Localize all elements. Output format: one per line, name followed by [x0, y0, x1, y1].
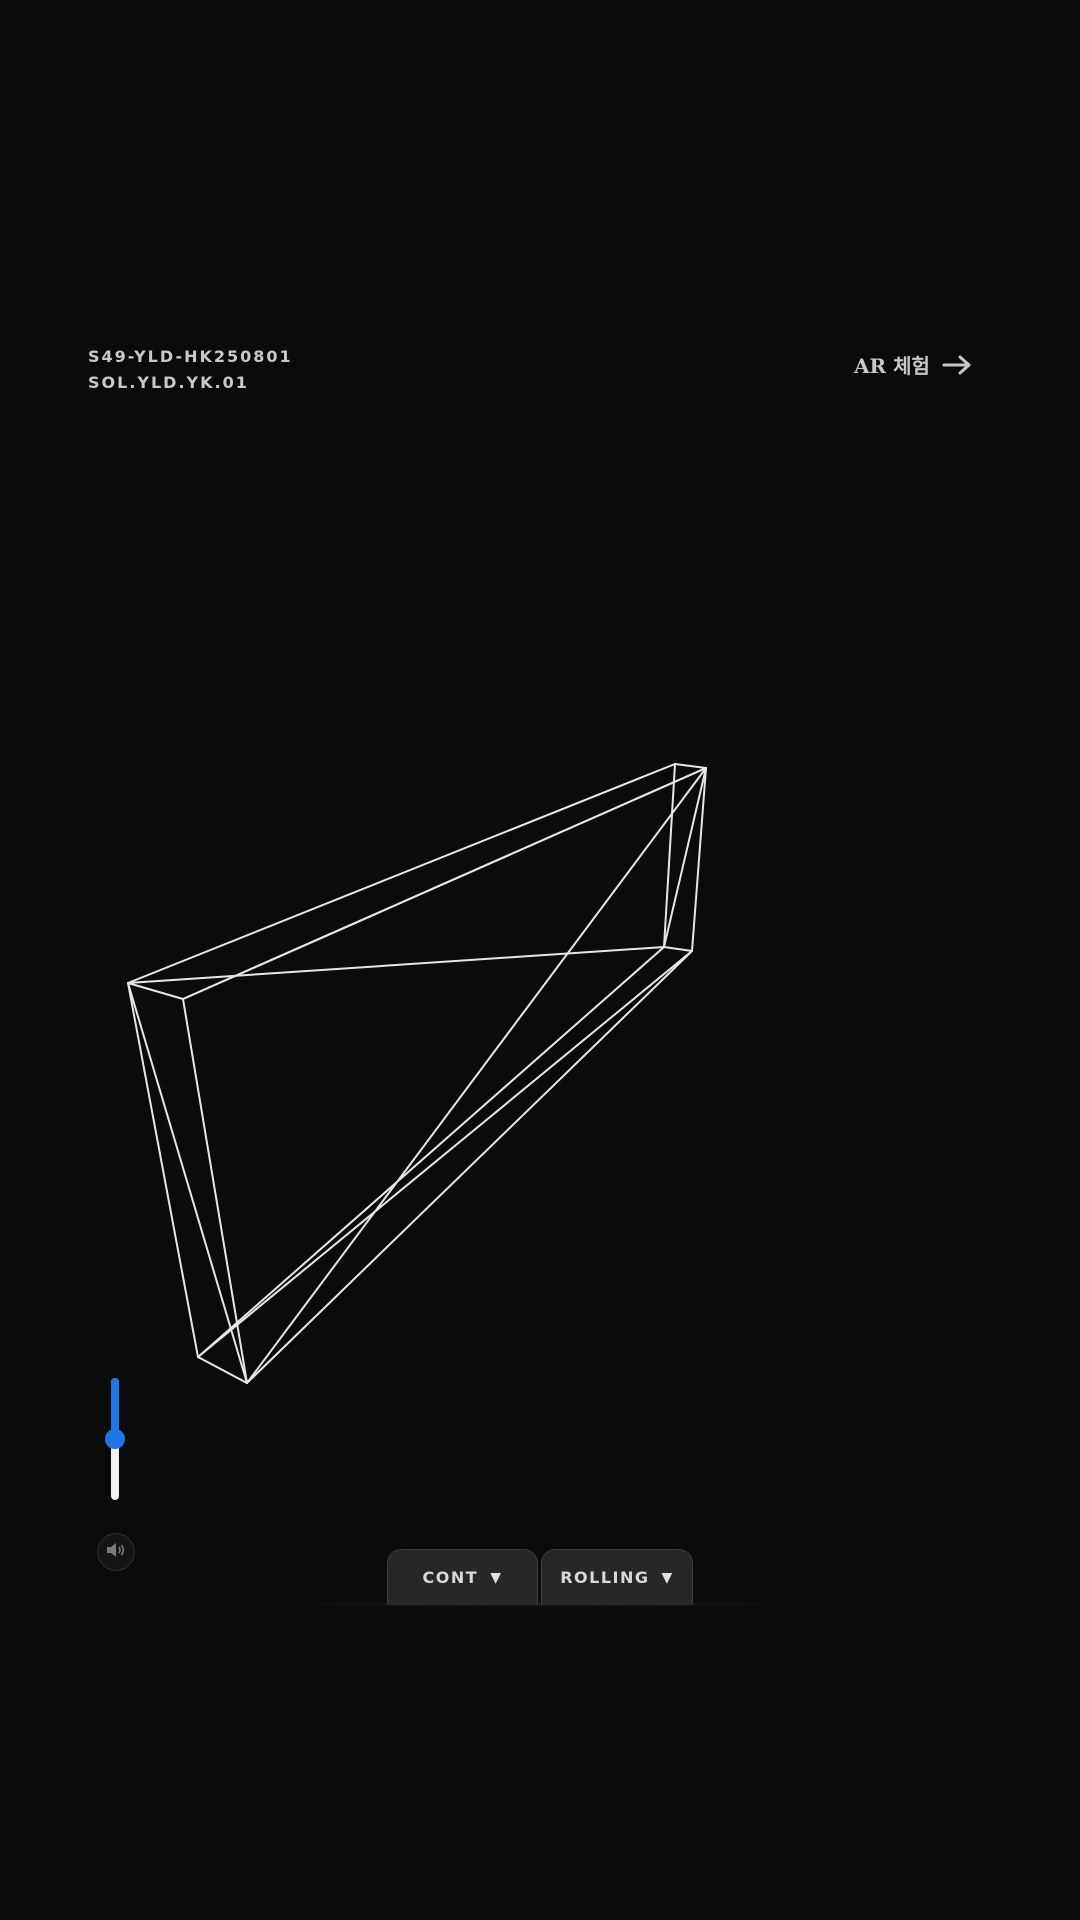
ar-experience-link[interactable]: AR 체험 — [854, 350, 972, 379]
caret-down-icon: ▼ — [661, 1569, 674, 1586]
wireframe-edge — [663, 763, 676, 948]
volume-slider[interactable] — [104, 1376, 126, 1504]
cont-label: CONT — [422, 1568, 479, 1587]
wireframe-edge — [197, 1356, 248, 1384]
product-codes: S49-YLD-HK250801 SOL.YLD.YK.01 — [88, 344, 293, 396]
wireframe-edge — [674, 763, 707, 769]
wireframe-edge — [691, 767, 707, 952]
volume-slider-thumb[interactable] — [105, 1429, 125, 1449]
wireframe-model[interactable] — [0, 0, 1080, 1920]
wireframe-edge — [182, 767, 707, 1000]
wireframe-edge — [663, 767, 707, 948]
mute-button[interactable] — [97, 1533, 135, 1571]
wireframe-edge — [127, 982, 184, 1000]
product-code-secondary: SOL.YLD.YK.01 — [88, 373, 249, 392]
wireframe-edge — [127, 946, 665, 984]
wireframe-edge — [246, 767, 707, 1384]
cont-dropdown-button[interactable]: CONT ▼ — [387, 1549, 538, 1605]
speaker-icon — [105, 1541, 127, 1564]
rolling-label: ROLLING — [560, 1568, 650, 1587]
ar-experience-label: AR 체험 — [854, 354, 930, 378]
rolling-dropdown-button[interactable]: ROLLING ▼ — [541, 1549, 693, 1605]
wireframe-edge — [182, 998, 248, 1384]
wireframe-edge — [197, 950, 693, 1358]
product-code-primary: S49-YLD-HK250801 — [88, 347, 293, 366]
wireframe-edge — [127, 982, 248, 1384]
wireframe-edge — [127, 982, 199, 1358]
caret-down-icon: ▼ — [490, 1569, 503, 1586]
wireframe-edge — [197, 946, 665, 1358]
wireframe-edge — [127, 763, 676, 984]
wireframe-edge — [182, 767, 707, 1000]
tab-bar-shadow — [280, 1600, 800, 1608]
wireframe-edge — [246, 950, 693, 1384]
arrow-right-icon — [942, 355, 972, 375]
wireframe-edge — [663, 946, 693, 952]
